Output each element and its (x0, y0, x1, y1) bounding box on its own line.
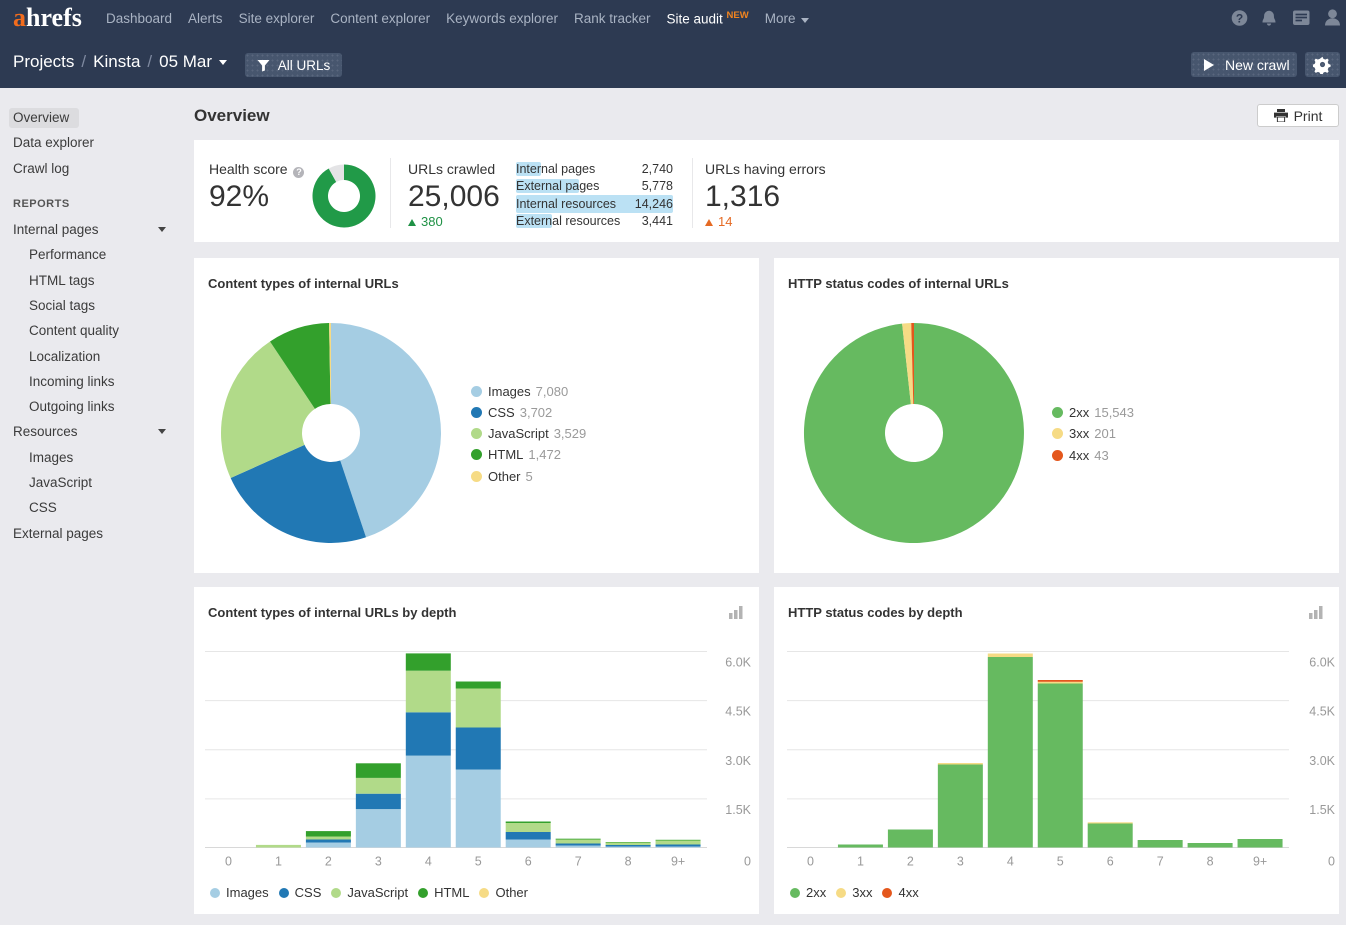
svg-text:4: 4 (1007, 855, 1014, 869)
svg-text:5: 5 (1057, 855, 1064, 869)
svg-text:1.5K: 1.5K (1309, 803, 1335, 817)
svg-text:0: 0 (807, 855, 814, 869)
svg-text:3.0K: 3.0K (725, 754, 751, 768)
svg-text:2: 2 (907, 855, 914, 869)
svg-text:6: 6 (525, 855, 532, 869)
svg-text:3.0K: 3.0K (1309, 754, 1335, 768)
svg-text:0: 0 (225, 855, 232, 869)
svg-text:1: 1 (857, 855, 864, 869)
svg-text:8: 8 (625, 855, 632, 869)
svg-text:8: 8 (1207, 855, 1214, 869)
svg-text:3: 3 (957, 855, 964, 869)
svg-text:4.5K: 4.5K (725, 705, 751, 719)
svg-text:2: 2 (325, 855, 332, 869)
svg-text:4.5K: 4.5K (1309, 705, 1335, 719)
svg-text:0: 0 (1328, 855, 1335, 869)
svg-text:9+: 9+ (1253, 855, 1267, 869)
svg-text:?: ? (1236, 12, 1243, 26)
svg-text:6.0K: 6.0K (1309, 656, 1335, 670)
svg-text:4: 4 (425, 855, 432, 869)
svg-text:6.0K: 6.0K (725, 656, 751, 670)
svg-text:6: 6 (1107, 855, 1114, 869)
svg-text:7: 7 (575, 855, 582, 869)
svg-text:7: 7 (1157, 855, 1164, 869)
svg-text:1: 1 (275, 855, 282, 869)
svg-text:9+: 9+ (671, 855, 685, 869)
svg-text:5: 5 (475, 855, 482, 869)
svg-text:0: 0 (744, 855, 751, 869)
svg-text:3: 3 (375, 855, 382, 869)
svg-text:1.5K: 1.5K (725, 803, 751, 817)
